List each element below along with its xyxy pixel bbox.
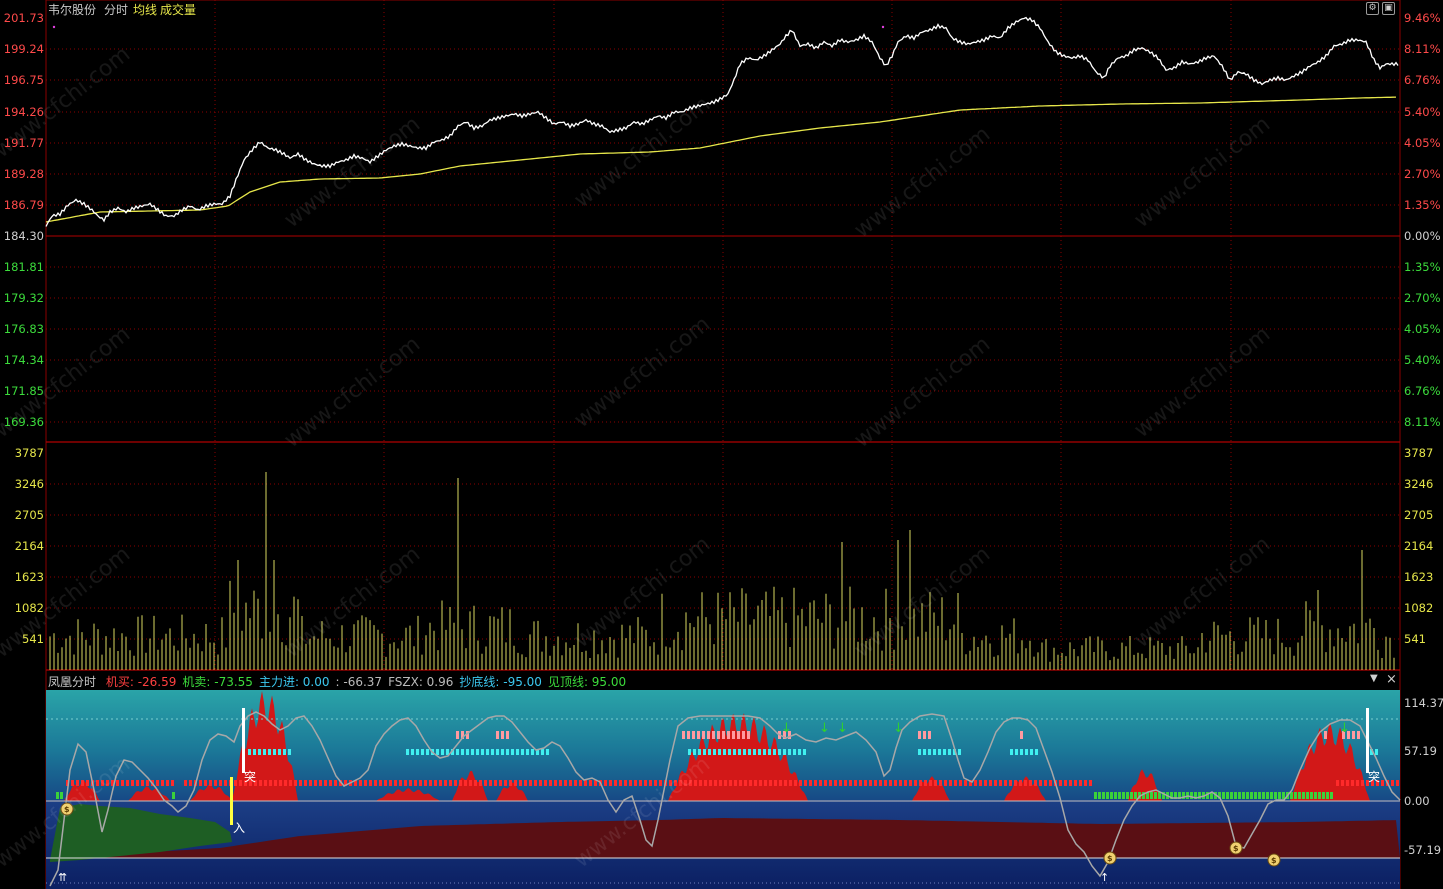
avg-line-legend: 均线 <box>133 3 158 17</box>
settings-icon[interactable]: ⚙ <box>1366 2 1379 15</box>
ru-signal-label: 入 <box>233 821 245 835</box>
volume-tick-label: 1623 <box>1404 570 1434 584</box>
volume-tick-label: 541 <box>22 632 44 646</box>
svg-text:$: $ <box>64 805 70 814</box>
indicator-value: 机卖: -73.55 <box>182 675 253 689</box>
price-tick-label: 191.77 <box>3 136 44 150</box>
price-tick-label: 169.36 <box>3 415 44 429</box>
indicator-value: 机买: -26.59 <box>105 675 177 689</box>
tu-signal-bar <box>242 708 245 773</box>
price-tick-label: 179.32 <box>3 291 44 305</box>
volume-tick-label: 3246 <box>14 477 44 491</box>
svg-text:$: $ <box>1107 854 1113 863</box>
indicator-tick-label: 57.19 <box>1404 744 1437 758</box>
stock-name: 韦尔股份 <box>48 3 97 17</box>
indicator-value: 见顶线: 95.00 <box>547 675 627 689</box>
down-arrow-icon: ↓ <box>781 721 792 736</box>
percent-tick-label: 8.11% <box>1404 415 1441 429</box>
price-tick-label: 176.83 <box>3 322 44 336</box>
indicator-name[interactable]: 凤凰分时 <box>48 675 96 689</box>
percent-tick-label: 0.00% <box>1404 229 1441 243</box>
money-bag-icon: $ <box>1103 851 1117 865</box>
price-tick-label: 171.85 <box>3 384 44 398</box>
marker-dot <box>881 25 885 29</box>
price-tick-label: 184.30 <box>3 229 44 243</box>
close-icon[interactable]: × <box>1386 672 1397 687</box>
volume-tick-label: 1082 <box>1404 601 1434 615</box>
indicator-tick-label: -57.19 <box>1404 843 1442 857</box>
expand-icon[interactable]: ▣ <box>1382 2 1395 15</box>
indicator-value: 主力进: 0.00 <box>258 675 330 689</box>
svg-text:$: $ <box>1233 844 1239 853</box>
indicator-value: : -66.37 <box>335 675 383 689</box>
ru-signal-bar <box>230 777 233 825</box>
indicator-panel: ↓ ↓ ↓ ↓ ↓ $ $ $ $ 突 突 入 ⇈ ↑ <box>46 690 1401 889</box>
volume-tick-label: 3787 <box>1404 446 1434 460</box>
percent-tick-label: 8.11% <box>1404 42 1441 56</box>
dropdown-icon[interactable]: ▼ <box>1370 673 1378 684</box>
price-tick-label: 186.79 <box>3 198 44 212</box>
volume-legend: 成交量 <box>160 3 197 17</box>
money-bag-icon: $ <box>1267 853 1281 867</box>
double-up-arrow-icon: ⇈ <box>58 871 67 884</box>
price-tick-label: 196.75 <box>3 73 44 87</box>
price-tick-label: 199.24 <box>3 42 44 56</box>
tu-signal-label: 突 <box>1368 769 1380 784</box>
percent-tick-label: 6.76% <box>1404 73 1441 87</box>
chart-canvas: ↓ ↓ ↓ ↓ ↓ $ $ $ $ 突 突 入 ⇈ ↑ <box>45 0 1401 889</box>
tab-intraday[interactable]: 分时 <box>104 1 128 18</box>
indicator-value: 抄底线: -95.00 <box>459 675 542 689</box>
down-arrow-icon: ↓ <box>837 721 848 736</box>
percent-tick-label: 4.05% <box>1404 322 1441 336</box>
indicator-value: FSZX: 0.96 <box>388 675 454 689</box>
percent-tick-label: 9.46% <box>1404 11 1441 25</box>
percent-tick-label: 4.05% <box>1404 136 1441 150</box>
volume-tick-label: 2164 <box>1404 539 1434 553</box>
percent-tick-label: 5.40% <box>1404 105 1441 119</box>
down-arrow-icon: ↓ <box>893 721 904 736</box>
tu-signal-bar <box>1366 708 1369 773</box>
percent-tick-label: 2.70% <box>1404 167 1441 181</box>
volume-bars <box>49 472 1395 670</box>
svg-text:$: $ <box>1271 856 1277 865</box>
volume-tick-label: 3787 <box>14 446 44 460</box>
price-tick-label: 189.28 <box>3 167 44 181</box>
price-tick-label: 181.81 <box>3 260 44 274</box>
down-arrow-icon: ↓ <box>819 721 830 736</box>
indicator-tick-label: 0.00 <box>1404 794 1430 808</box>
down-arrow-icon: ↓ <box>1339 721 1350 736</box>
percent-tick-label: 5.40% <box>1404 353 1441 367</box>
volume-tick-label: 2705 <box>14 508 44 522</box>
volume-tick-label: 2705 <box>1404 508 1434 522</box>
percent-tick-label: 6.76% <box>1404 384 1441 398</box>
marker-dot <box>52 25 56 29</box>
indicator-tick-label: 114.37 <box>1404 696 1443 710</box>
price-tick-label: 174.34 <box>3 353 44 367</box>
percent-tick-label: 2.70% <box>1404 291 1441 305</box>
volume-tick-label: 1082 <box>14 601 44 615</box>
volume-tick-label: 1623 <box>14 570 44 584</box>
up-arrow-icon: ↑ <box>1100 871 1109 884</box>
indicator-header: 凤凰分时 机买: -26.59 机卖: -73.55 主力进: 0.00 : -66.… <box>48 673 626 690</box>
price-tick-label: 194.26 <box>3 105 44 119</box>
percent-tick-label: 1.35% <box>1404 198 1441 212</box>
tu-signal-label: 突 <box>244 769 256 784</box>
percent-tick-label: 1.35% <box>1404 260 1441 274</box>
average-price-line <box>45 96 1397 223</box>
volume-tick-label: 2164 <box>14 539 44 553</box>
volume-tick-label: 541 <box>1404 632 1426 646</box>
volume-tick-label: 3246 <box>1404 477 1434 491</box>
price-tick-label: 201.73 <box>3 11 44 25</box>
money-bag-icon: $ <box>60 802 74 816</box>
money-bag-icon: $ <box>1229 841 1243 855</box>
